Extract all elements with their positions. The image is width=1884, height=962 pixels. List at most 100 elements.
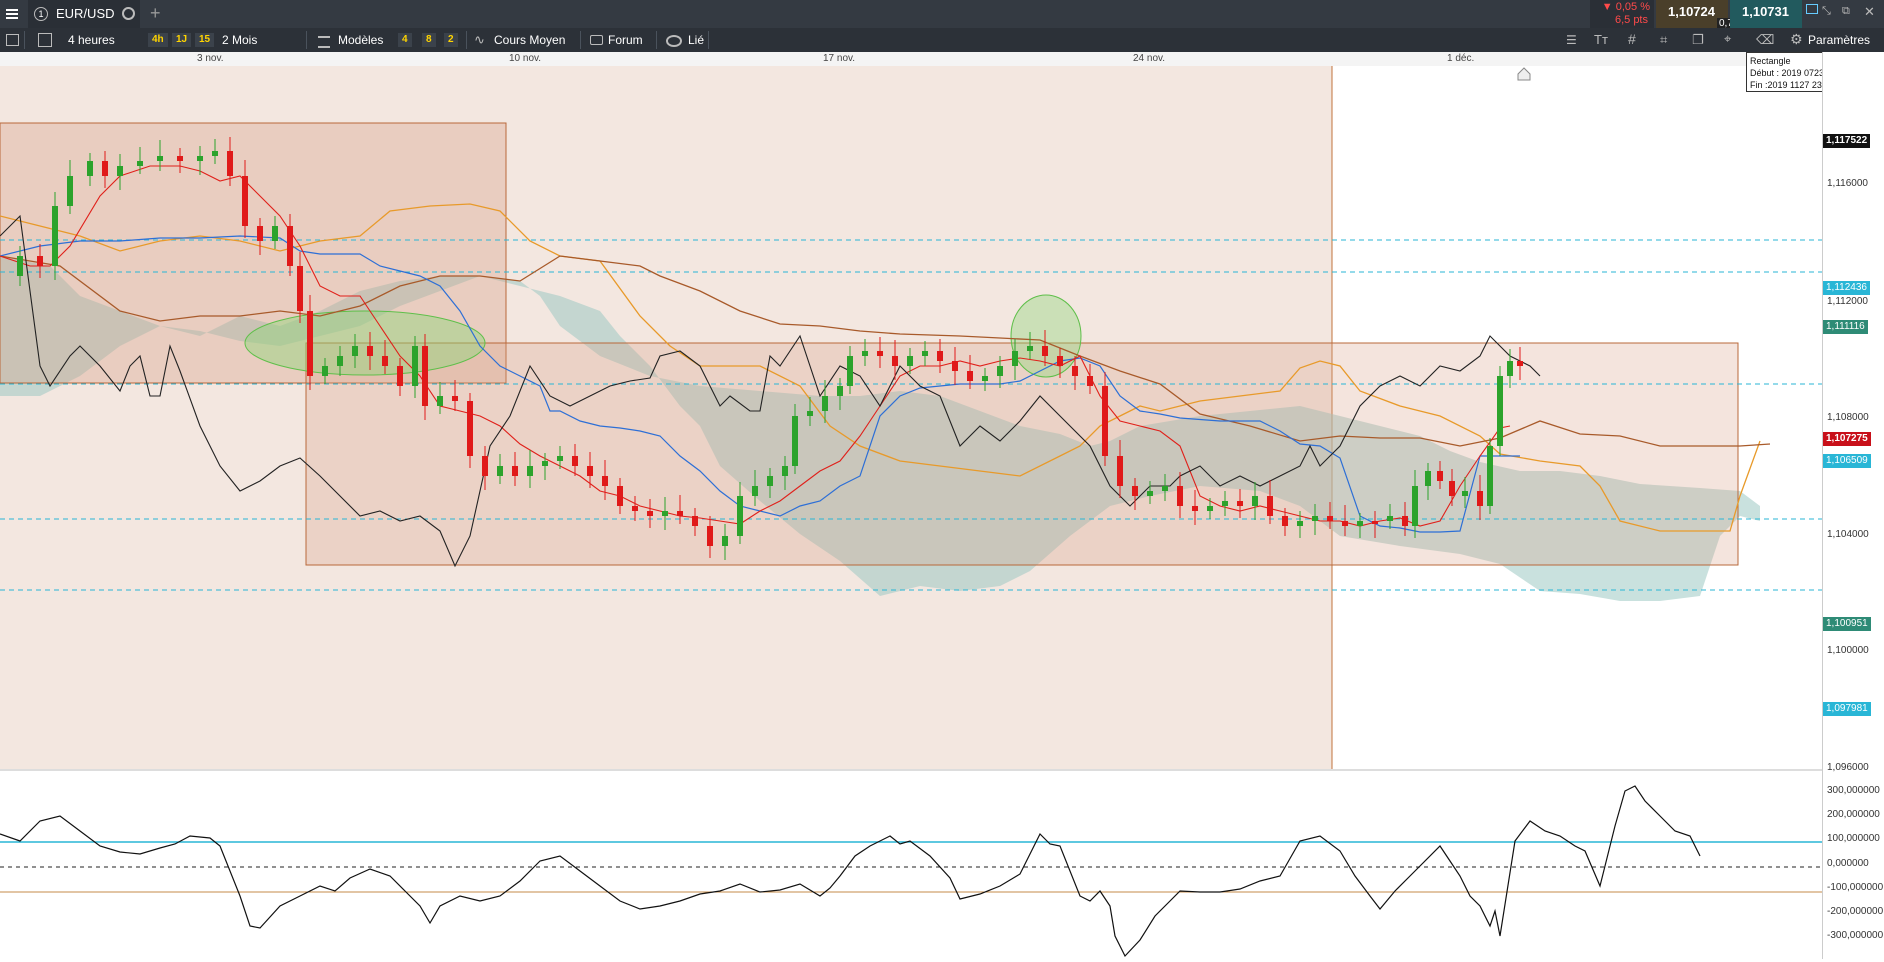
forum-button[interactable]: Forum <box>608 28 643 52</box>
linked-button[interactable]: Lié <box>688 28 704 52</box>
candle-body <box>87 161 93 176</box>
candle-body <box>67 176 73 206</box>
layers-icon[interactable]: ❐ <box>1692 32 1704 48</box>
search-icon[interactable] <box>122 7 135 20</box>
candle-body <box>1449 481 1455 496</box>
candle-body <box>1342 521 1348 526</box>
close-icon[interactable]: ✕ <box>1864 4 1875 20</box>
candle-body <box>322 366 328 376</box>
highlight-ellipse[interactable] <box>244 310 486 376</box>
settings-icon: ⚙ <box>1790 31 1803 47</box>
range-select[interactable]: 2 Mois <box>222 28 257 52</box>
candle-body <box>707 526 713 546</box>
candle-body <box>542 461 548 466</box>
candle-body <box>1117 456 1123 486</box>
crosshair-icon[interactable]: ⌖ <box>1724 31 1731 47</box>
menu-icon[interactable] <box>6 7 18 21</box>
eraser-icon[interactable]: ⌫ <box>1756 32 1774 48</box>
date-label: 24 nov. <box>1133 53 1166 64</box>
candle-body <box>767 476 773 486</box>
level-tag: 1,097981 <box>1823 702 1871 716</box>
price-axis[interactable]: 1,116000 1,112000 1,108000 1,104000 1,10… <box>1822 52 1884 959</box>
price-label: 1,116000 <box>1827 178 1868 189</box>
change-pts: 6,5 pts <box>1614 14 1648 26</box>
candle-body <box>497 466 503 476</box>
candle-body <box>1147 491 1153 496</box>
osc-label: -300,000000 <box>1827 930 1884 941</box>
model-slot-3[interactable]: 2 <box>444 33 458 47</box>
bid-price: 1,10724 <box>1668 4 1715 19</box>
candle-body <box>137 161 143 166</box>
model-slot-1[interactable]: 4 <box>398 33 412 47</box>
candle-body <box>647 511 653 516</box>
candle-body <box>227 151 233 176</box>
candle-body <box>1087 376 1093 386</box>
candle-body <box>297 266 303 311</box>
quick-timeframe-4h[interactable]: 4h <box>148 33 168 47</box>
instrument-number-badge: 1 <box>34 7 48 21</box>
candle-body <box>1267 496 1273 516</box>
candle-body <box>922 351 928 356</box>
panel-icon[interactable] <box>6 34 19 46</box>
candle-body <box>1312 516 1318 521</box>
candle-body <box>17 256 23 276</box>
maximize-icon[interactable]: ⧉ <box>1842 5 1850 18</box>
candle-body <box>287 226 293 266</box>
candle-body <box>1072 366 1078 376</box>
chart-area[interactable] <box>0 66 1822 962</box>
price-label: 1,096000 <box>1827 762 1869 773</box>
candle-body <box>272 226 278 241</box>
date-label: 1 déc. <box>1447 53 1475 64</box>
candle-body <box>952 361 958 371</box>
candle-body <box>1192 506 1198 511</box>
candle-body <box>737 496 743 536</box>
quick-timeframe-15[interactable]: 15 <box>195 33 215 47</box>
highlight-ellipse[interactable] <box>1010 294 1082 378</box>
dock-icon[interactable] <box>1806 4 1818 14</box>
candle-body <box>892 356 898 366</box>
candle-body <box>782 466 788 476</box>
collapse-icon[interactable]: ⤡ <box>1822 5 1831 18</box>
candle-body <box>807 411 813 416</box>
candle-body <box>1027 346 1033 351</box>
candle-body <box>1507 361 1513 376</box>
models-button[interactable]: Modèles <box>338 28 383 52</box>
candle-body <box>877 351 883 356</box>
fibonacci-icon[interactable]: ⌗ <box>1660 32 1667 48</box>
level-tag: 1,111116 <box>1823 320 1868 334</box>
candle-body <box>1487 446 1493 506</box>
add-tab-button[interactable]: + <box>150 3 161 24</box>
candle-body <box>1477 491 1483 506</box>
price-label: 1,112000 <box>1827 296 1868 307</box>
candle-body <box>1207 506 1213 511</box>
candle-body <box>467 401 473 456</box>
candle-body <box>1177 486 1183 506</box>
candle-body <box>482 456 488 476</box>
osc-label: -100,000000 <box>1827 882 1884 893</box>
text-tool-icon[interactable]: Tт <box>1594 32 1608 47</box>
candle-body <box>1282 516 1288 526</box>
instrument-tab[interactable]: 1 EUR/USD <box>28 0 140 28</box>
candle-body <box>752 486 758 496</box>
candle-body <box>662 511 668 516</box>
grid-icon[interactable]: # <box>1628 31 1636 47</box>
candle-body <box>527 466 533 476</box>
oscillator-background <box>0 771 1822 959</box>
candle-body <box>422 346 428 406</box>
quick-timeframe-1j[interactable]: 1J <box>172 33 192 47</box>
layout-icon[interactable] <box>38 33 52 47</box>
candle-body <box>257 226 263 241</box>
indicator-button[interactable]: Cours Moyen <box>494 28 565 52</box>
settings-button[interactable]: Paramètres <box>1808 28 1870 52</box>
candle-body <box>632 506 638 511</box>
candle-body <box>847 356 853 386</box>
candle-body <box>352 346 358 356</box>
candle-body <box>907 356 913 366</box>
orderbook-icon[interactable]: ☰ <box>1566 33 1577 47</box>
link-icon <box>666 35 682 47</box>
candle-body <box>437 396 443 406</box>
candle-body <box>177 156 183 161</box>
timeframe-select[interactable]: 4 heures <box>68 28 115 52</box>
model-slot-2[interactable]: 8 <box>422 33 436 47</box>
ask-price-button[interactable]: 1,10731 <box>1730 0 1802 28</box>
